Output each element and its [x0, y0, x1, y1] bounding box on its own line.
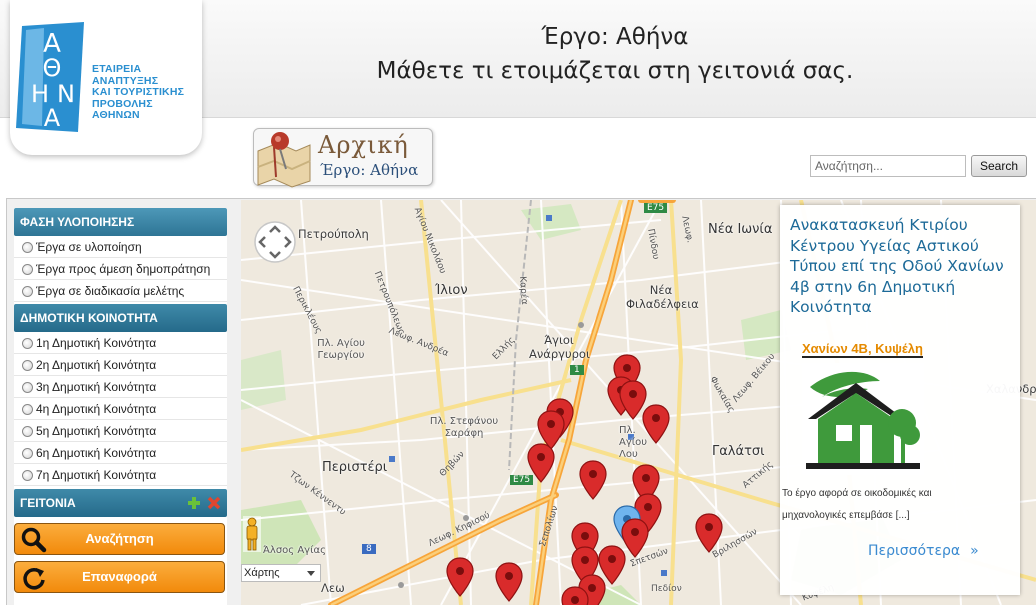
logo-letter-2: Θ	[43, 54, 62, 82]
filter-label: Έργα σε υλοποίηση	[36, 240, 142, 254]
radio-button[interactable]	[22, 286, 33, 297]
filter-label: 5η Δημοτική Κοινότητα	[36, 424, 157, 438]
project-pin-icon[interactable]	[527, 443, 555, 483]
radio-button[interactable]	[22, 448, 33, 459]
chevron-down-icon	[307, 571, 315, 576]
radio-button[interactable]	[22, 360, 33, 371]
road-shield: 8	[362, 544, 376, 554]
radio-button[interactable]	[22, 338, 33, 349]
community-filter-header[interactable]: ΔΗΜΟΤΙΚΗ ΚΟΙΝΟΤΗΤΑ	[14, 304, 227, 332]
community-filter-item[interactable]: 6η Δημοτική Κοινότητα	[14, 442, 227, 464]
road-shield: E75	[644, 203, 668, 213]
page: Έργο: Αθήνα Μάθετε τι ετοιμάζεται στη γε…	[0, 0, 1036, 605]
neighborhood-filter-title: ΓΕΙΤΟΝΙΑ	[20, 496, 76, 510]
add-icon[interactable]	[187, 496, 201, 510]
phase-filter-item[interactable]: Έργα σε υλοποίηση	[14, 236, 227, 258]
map-label: Άγιοι Ανάργυροι	[529, 333, 590, 361]
project-pin-icon[interactable]	[642, 404, 670, 444]
project-info-panel: Ανακατασκευή Κτιρίου Κέντρου Υγείας Αστι…	[780, 205, 1020, 595]
project-description-line: μηχανολογικές επεμβάσε [...]	[782, 510, 910, 521]
project-description-line: Το έργο αφορά σε οικοδομικές και	[782, 488, 932, 499]
phase-filter-item[interactable]: Έργα προς άμεση δημοπράτηση	[14, 258, 227, 280]
filter-label: 4η Δημοτική Κοινότητα	[36, 402, 157, 416]
radio-button[interactable]	[22, 470, 33, 481]
street-label: Πεδίον	[651, 584, 682, 594]
filter-label: 7η Δημοτική Κοινότητα	[36, 468, 157, 482]
map-label: Πετρούπολη	[298, 227, 369, 241]
project-address: Χανίων 4Β, Κυψέλη	[802, 341, 923, 358]
map-label: Περιστέρι	[322, 460, 388, 475]
map-label: Πλ. Στεφάνου Σαράφη	[429, 416, 499, 439]
radio-button[interactable]	[22, 264, 33, 275]
home-link[interactable]: Αρχική Έργο: Αθήνα	[253, 128, 433, 188]
radio-button[interactable]	[22, 404, 33, 415]
logo-caption-line: ΑΘΗΝΩΝ	[92, 109, 140, 121]
neighborhood-filter-header[interactable]: ΓΕΙΤΟΝΙΑ	[14, 489, 227, 517]
eco-building-icon	[802, 363, 924, 475]
project-pin-icon[interactable]	[561, 586, 589, 605]
search-input[interactable]	[810, 155, 966, 177]
filter-label: 3η Δημοτική Κοινότητα	[36, 380, 157, 394]
project-pin-icon[interactable]	[446, 557, 474, 597]
home-title: Αρχική	[318, 131, 409, 159]
more-label: Περισσότερα	[868, 543, 961, 559]
community-filter-item[interactable]: 3η Δημοτική Κοινότητα	[14, 376, 227, 398]
map-pan-control[interactable]	[253, 220, 297, 264]
logo-caption-line: ΕΤΑΙΡΕΙΑ	[92, 63, 142, 75]
logo-caption: ΕΤΑΙΡΕΙΑ ΑΝΑΠΤΥΞΗΣ ΚΑΙ ΤΟΥΡΙΣΤΙΚΗΣ ΠΡΟΒΟ…	[92, 63, 202, 122]
filter-label: 6η Δημοτική Κοινότητα	[36, 446, 157, 460]
more-link[interactable]: Περισσότερα »	[868, 543, 979, 559]
filter-label: 1η Δημοτική Κοινότητα	[36, 336, 157, 350]
page-subtitle: Μάθετε τι ετοιμάζεται στη γειτονιά σας.	[376, 58, 854, 84]
filter-label: Έργα προς άμεση δημοπράτηση	[36, 262, 211, 276]
athens-logo-mark-icon: Α Θ Η Ν Α	[16, 22, 84, 132]
remove-icon[interactable]	[207, 496, 221, 510]
logo-caption-line: ΚΑΙ ΤΟΥΡΙΣΤΙΚΗΣ	[92, 86, 185, 98]
radio-button[interactable]	[22, 426, 33, 437]
magnifier-icon	[21, 527, 47, 553]
reset-button[interactable]: Επαναφορά	[14, 561, 225, 593]
map-label: Γαλάτσι	[712, 444, 765, 459]
sidebar-search-label: Αναζήτηση	[85, 531, 154, 546]
project-pin-icon[interactable]	[495, 562, 523, 602]
road-shield: 1	[570, 365, 584, 375]
community-filter-item[interactable]: 5η Δημοτική Κοινότητα	[14, 420, 227, 442]
search-button[interactable]: Search	[971, 155, 1027, 177]
page-title: Έργο: Αθήνα	[541, 24, 689, 50]
home-subtitle: Έργο: Αθήνα	[320, 161, 419, 179]
map-label: Ίλιον	[435, 283, 468, 298]
map-label: Νέα Φιλαδέλφεια	[626, 283, 699, 311]
street-view-pegman-icon[interactable]	[243, 516, 261, 552]
map-pin-home-icon	[257, 132, 311, 188]
project-description: Το έργο αφορά σε οικοδομικές και μηχανολ…	[782, 483, 1014, 527]
refresh-icon	[23, 568, 45, 590]
filter-sidebar: ΦΑΣΗ ΥΛΟΠΟΙΗΣΗΣ Έργα σε υλοποίηση Έργα π…	[14, 208, 227, 605]
filter-label: 2η Δημοτική Κοινότητα	[36, 358, 157, 372]
map-label: Πλ. Αγίου Γεωργίου	[317, 338, 365, 361]
project-pin-icon[interactable]	[695, 513, 723, 553]
reset-label: Επαναφορά	[82, 569, 157, 584]
project-title[interactable]: Ανακατασκευή Κτιρίου Κέντρου Υγείας Αστι…	[790, 215, 1014, 318]
street-label: Καρέα	[517, 276, 529, 305]
filter-label: Έργα σε διαδικασία μελέτης	[36, 284, 185, 298]
map-label: Άλσος Αγίας	[263, 545, 326, 556]
phase-filter-header[interactable]: ΦΑΣΗ ΥΛΟΠΟΙΗΣΗΣ	[14, 208, 227, 236]
map-type-select[interactable]: Χάρτης	[241, 564, 321, 582]
map-label: Λεω	[321, 581, 345, 595]
radio-button[interactable]	[22, 242, 33, 253]
community-filter-item[interactable]: 7η Δημοτική Κοινότητα	[14, 464, 227, 486]
logo-letter-5: Α	[44, 104, 61, 132]
sidebar-search-button[interactable]: Αναζήτηση	[14, 523, 225, 555]
phase-filter-item[interactable]: Έργα σε διαδικασία μελέτης	[14, 280, 227, 302]
community-filter-item[interactable]: 4η Δημοτική Κοινότητα	[14, 398, 227, 420]
community-filter-item[interactable]: 1η Δημοτική Κοινότητα	[14, 332, 227, 354]
map-label: Νέα Ιωνία	[708, 222, 773, 237]
map-type-value: Χάρτης	[244, 567, 280, 579]
radio-button[interactable]	[22, 382, 33, 393]
project-pin-icon[interactable]	[579, 460, 607, 500]
community-filter-item[interactable]: 2η Δημοτική Κοινότητα	[14, 354, 227, 376]
athens-logo[interactable]: Α Θ Η Ν Α ΕΤΑΙΡΕΙΑ ΑΝΑΠΤΥΞΗΣ ΚΑΙ ΤΟΥΡΙΣΤ…	[10, 0, 202, 155]
chevron-right-icon: »	[970, 543, 979, 559]
